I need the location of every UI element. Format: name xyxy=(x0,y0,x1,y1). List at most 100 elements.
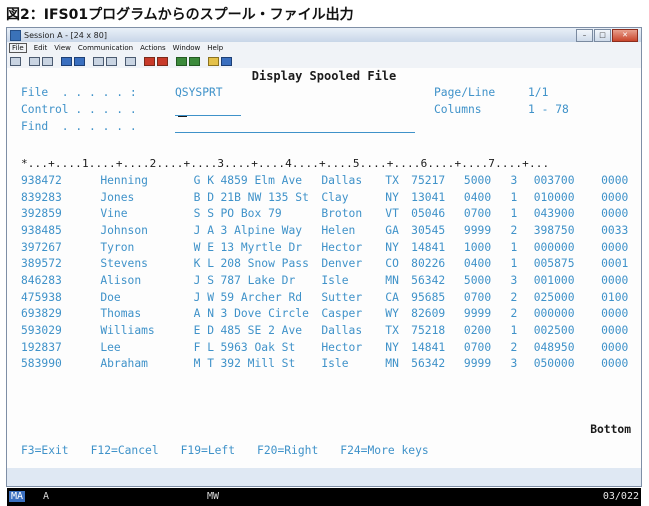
color-icon[interactable] xyxy=(189,56,200,66)
table-cell: 59 Archer Rd xyxy=(220,290,303,304)
f19-left-key[interactable]: F19=Left xyxy=(181,444,235,457)
table-cell: G K xyxy=(193,173,214,187)
table-cell: 2 xyxy=(510,340,518,354)
table-cell: 0000 xyxy=(601,240,629,254)
table-cell: A N xyxy=(193,307,214,321)
table-cell: Lee xyxy=(100,340,121,354)
keyboard-icon[interactable] xyxy=(106,56,117,66)
menu-view[interactable]: View xyxy=(54,44,71,52)
close-button[interactable]: ✕ xyxy=(612,29,638,42)
table-cell: Casper xyxy=(321,307,363,321)
table-cell: TX xyxy=(385,324,399,338)
figure-caption: 図2：IFS01プログラムからのスプール・ファイル出力 xyxy=(6,7,354,23)
table-cell: 0700 xyxy=(463,340,492,354)
control-input[interactable] xyxy=(175,115,241,116)
table-cell: Isle xyxy=(321,273,349,287)
table-cell: 0001 xyxy=(601,257,629,271)
stop-icon[interactable] xyxy=(157,56,168,66)
menu-file[interactable]: File xyxy=(9,43,27,53)
table-cell: 3 xyxy=(510,357,518,371)
f20-right-key[interactable]: F20=Right xyxy=(257,444,318,457)
table-cell: 1000 xyxy=(463,240,492,254)
table-cell: 0400 xyxy=(463,190,492,204)
table-cell: 2 xyxy=(510,290,518,304)
table-cell: 000000 xyxy=(533,307,575,321)
table-cell: Helen xyxy=(321,223,356,237)
table-cell: Broton xyxy=(321,207,363,221)
table-cell: 001000 xyxy=(533,273,575,287)
paste-icon[interactable] xyxy=(42,56,53,66)
table-cell: Vine xyxy=(100,207,128,221)
menu-help[interactable]: Help xyxy=(207,44,223,52)
minimize-button[interactable]: – xyxy=(576,29,593,42)
table-cell: 0000 xyxy=(601,273,629,287)
table-row: 583990 Abraham M T 392 Mill St Isle MN 56342 99… xyxy=(21,356,641,373)
status-indicator: A xyxy=(43,491,50,502)
record-icon[interactable] xyxy=(144,56,155,66)
table-row: 392859 Vine S S PO Box 79 Broton VT 05046 0700 1… xyxy=(21,205,641,222)
table-row: 846283 Alison J S 787 Lake Dr Isle MN 56342 500… xyxy=(21,272,641,289)
table-cell: 9999 xyxy=(463,223,492,237)
table-row: 938485 Johnson J A 3 Alpine Way Helen GA 30545… xyxy=(21,222,641,239)
table-cell: Denver xyxy=(321,257,363,271)
cursor-position: 03/022 xyxy=(602,491,639,502)
columns-label: Columns xyxy=(434,103,482,116)
f24-more-keys[interactable]: F24=More keys xyxy=(340,444,428,457)
copy-icon[interactable] xyxy=(29,56,40,66)
table-cell: 75217 xyxy=(411,173,446,187)
table-cell: NY xyxy=(385,190,399,204)
table-cell: Johnson xyxy=(100,223,148,237)
table-cell: Thomas xyxy=(100,307,142,321)
table-cell: TX xyxy=(385,173,399,187)
table-cell: 5000 xyxy=(463,173,492,187)
terminal-screen: Display Spooled File File . . . . . : QS… xyxy=(7,68,641,506)
macro-icon[interactable] xyxy=(125,56,136,66)
table-row: 475938 Doe J W 59 Archer Rd Sutter CA 95685 070… xyxy=(21,289,641,306)
table-row: 389572 Stevens K L 208 Snow Pass Denver CO 802… xyxy=(21,255,641,272)
table-cell: 938472 xyxy=(21,173,62,187)
send-icon[interactable] xyxy=(61,56,72,66)
table-cell: S S xyxy=(193,207,214,221)
table-cell: 003700 xyxy=(533,173,575,187)
map-icon[interactable] xyxy=(208,56,219,66)
f3-exit-key[interactable]: F3=Exit xyxy=(21,444,69,457)
table-cell: Alison xyxy=(100,273,142,287)
print-icon[interactable] xyxy=(10,56,21,66)
table-cell: 000000 xyxy=(533,240,575,254)
app-icon xyxy=(10,29,21,41)
table-cell: 80226 xyxy=(411,257,446,271)
display-icon[interactable] xyxy=(93,56,104,66)
table-cell: VT xyxy=(385,207,399,221)
find-input[interactable] xyxy=(175,132,415,133)
play-icon[interactable] xyxy=(176,56,187,66)
menu-window[interactable]: Window xyxy=(173,44,201,52)
bottom-indicator: Bottom xyxy=(590,423,631,436)
table-cell: 397267 xyxy=(21,240,62,254)
table-cell: 21B NW 135 St xyxy=(220,190,309,204)
table-cell: Abraham xyxy=(100,357,148,371)
table-cell: 583990 xyxy=(21,357,62,371)
table-cell: 75218 xyxy=(411,324,446,338)
help-icon[interactable] xyxy=(221,56,232,66)
table-cell: MN xyxy=(385,273,399,287)
f12-cancel-key[interactable]: F12=Cancel xyxy=(91,444,159,457)
table-cell: E D xyxy=(193,324,214,338)
table-cell: Clay xyxy=(321,190,349,204)
menu-edit[interactable]: Edit xyxy=(34,44,48,52)
table-cell: 010000 xyxy=(533,190,575,204)
table-cell: Hector xyxy=(321,240,363,254)
receive-icon[interactable] xyxy=(74,56,85,66)
table-cell: 025000 xyxy=(533,290,575,304)
file-value: QSYSPRT xyxy=(175,86,223,99)
table-cell: 1 xyxy=(510,240,518,254)
table-cell: 3 Alpine Way xyxy=(220,223,303,237)
table-cell: Stevens xyxy=(100,257,148,271)
maximize-button[interactable]: □ xyxy=(594,29,611,42)
menu-communication[interactable]: Communication xyxy=(78,44,133,52)
table-cell: M T xyxy=(193,357,214,371)
table-cell: B D xyxy=(193,190,214,204)
table-cell: 82609 xyxy=(411,307,446,321)
menu-actions[interactable]: Actions xyxy=(140,44,166,52)
table-cell: 1 xyxy=(510,190,518,204)
table-cell: 693829 xyxy=(21,307,62,321)
